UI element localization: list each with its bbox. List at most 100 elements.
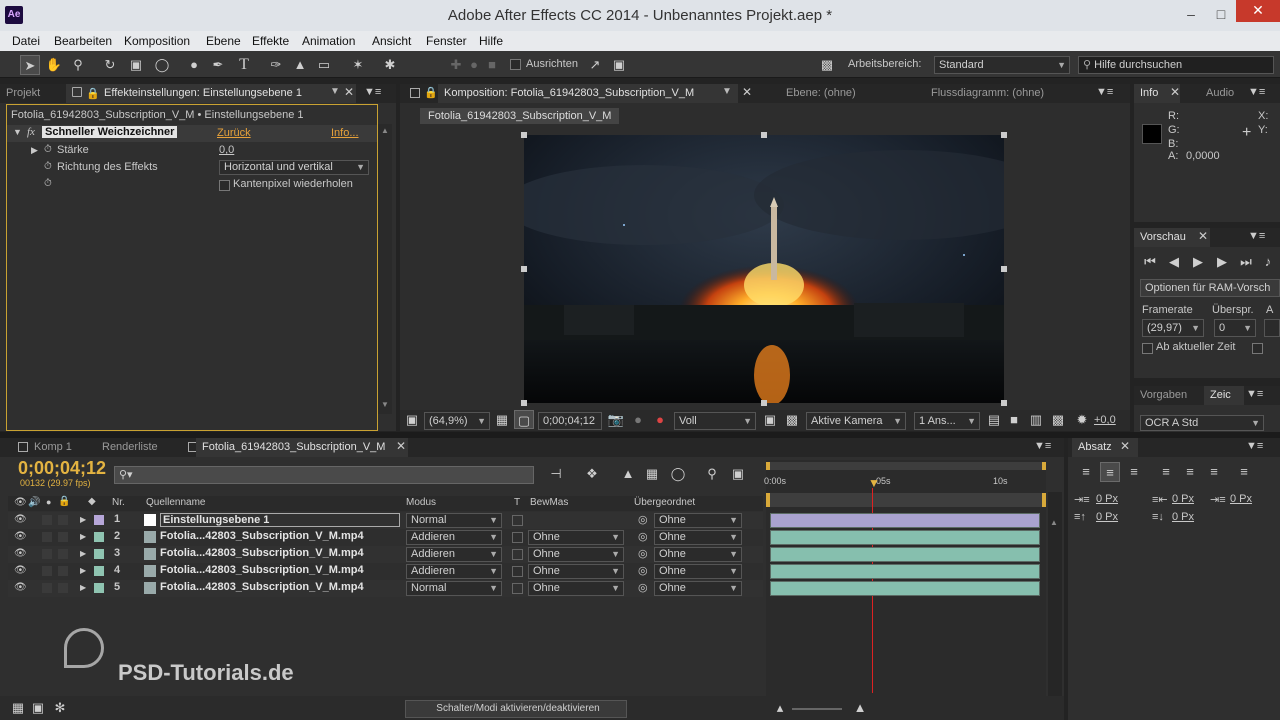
pen-tool-icon[interactable]: ✒ <box>208 55 228 75</box>
work-area-start[interactable] <box>766 493 770 507</box>
lock-switch[interactable] <box>58 566 68 576</box>
camera-tool-icon[interactable]: ▣ <box>126 55 146 75</box>
column-nr[interactable]: Nr. <box>112 497 125 508</box>
close-tab-icon[interactable]: ✕ <box>1198 229 1208 243</box>
column-parent[interactable]: Übergeordnet <box>634 497 695 508</box>
layer-duration-bar[interactable] <box>770 530 1040 545</box>
menu-effects[interactable]: Effekte <box>252 34 289 48</box>
toggle-switches-modes-button[interactable]: Schalter/Modi aktivieren/deaktivieren <box>405 700 627 718</box>
panel-menu-icon[interactable]: ▼≡ <box>1096 86 1113 98</box>
layer-row[interactable]: 👁 ▶ 4 Fotolia...42803_Subscription_V_M.mp4 A… <box>8 563 763 580</box>
playhead-icon[interactable]: ▼ <box>868 476 880 490</box>
menu-layer[interactable]: Ebene <box>206 34 241 48</box>
pick-whip-icon[interactable]: ◎ <box>638 547 648 560</box>
roto-brush-tool-icon[interactable]: ✶ <box>348 55 368 75</box>
scroll-up-icon[interactable]: ▲ <box>1050 518 1058 527</box>
in-out-icon[interactable]: ✻ <box>50 698 70 718</box>
fx-icon[interactable]: fx <box>27 126 35 138</box>
pick-whip-icon[interactable]: ◎ <box>638 530 648 543</box>
tab-character[interactable]: Zeic <box>1204 386 1244 405</box>
axis-local-icon[interactable]: ✚ <box>446 55 466 75</box>
disclosure-triangle-icon[interactable]: ▼ <box>13 127 22 137</box>
font-family-select[interactable]: OCR A Std ▼ <box>1140 415 1264 431</box>
space-before-value[interactable]: 0 Px <box>1096 511 1118 523</box>
always-preview-icon[interactable]: ▣ <box>402 410 422 430</box>
snapshot-icon[interactable]: 📷 <box>606 410 626 430</box>
column-t[interactable]: T <box>514 497 520 508</box>
expand-triangle-icon[interactable]: ▶ <box>80 583 86 592</box>
reset-link[interactable]: Zurück <box>217 127 251 139</box>
track-matte-select[interactable]: Ohne ▼ <box>528 564 624 579</box>
layer-row[interactable]: 👁 ▶ 1 Einstellungsebene 1 Normal ▼ ◎ Ohne ▼ <box>8 512 763 529</box>
about-link[interactable]: Info... <box>331 127 359 139</box>
frame-blending-icon[interactable]: ▦ <box>642 464 662 484</box>
navigator-end-handle[interactable] <box>1042 462 1046 470</box>
skip-select[interactable]: 0 ▼ <box>1214 319 1256 337</box>
toggle-pixel-aspect-icon[interactable]: ▤ <box>984 410 1004 430</box>
eye-icon[interactable]: 👁 <box>14 565 27 576</box>
pan-behind-tool-icon[interactable]: ◯ <box>152 55 172 75</box>
tab-project[interactable]: Projekt <box>0 84 48 103</box>
zoom-slider[interactable] <box>792 708 842 710</box>
panel-menu-icon[interactable]: ▼≡ <box>1034 440 1051 452</box>
layer-duration-bar[interactable] <box>770 564 1040 579</box>
menu-view[interactable]: Ansicht <box>372 34 411 48</box>
clone-stamp-tool-icon[interactable]: ▲ <box>290 55 310 75</box>
navigator-start-handle[interactable] <box>766 462 770 470</box>
indent-left-value[interactable]: 0 Px <box>1096 493 1118 505</box>
time-graph[interactable]: 0:00s 05s 10s ▼ <box>764 460 1046 720</box>
layer-label-color[interactable] <box>94 549 104 559</box>
preserve-transparency-checkbox[interactable] <box>512 532 523 543</box>
exposure-reset-icon[interactable]: ✹ <box>1072 410 1092 430</box>
brush-tool-icon[interactable]: ✑ <box>266 55 286 75</box>
pick-whip-icon[interactable]: ◎ <box>638 581 648 594</box>
zoom-out-icon[interactable]: ▴ <box>770 698 790 718</box>
motion-blur-icon[interactable]: ◯ <box>668 464 688 484</box>
column-source-name[interactable]: Quellenname <box>146 497 205 508</box>
effect-name[interactable]: Schneller Weichzeichner <box>42 126 178 138</box>
solo-switch[interactable] <box>42 566 52 576</box>
resolution-preview-select[interactable] <box>1264 319 1280 337</box>
layer-duration-bar[interactable] <box>770 547 1040 562</box>
transform-handle[interactable] <box>1001 132 1007 138</box>
snap-bounds-icon[interactable]: ▣ <box>609 55 629 75</box>
magnification-select[interactable]: (64,9%) ▼ <box>424 412 490 430</box>
timeline-scrollbar[interactable]: ▲ ▼ <box>1048 492 1062 720</box>
text-tool-icon[interactable]: T <box>234 55 254 75</box>
panel-menu-icon[interactable]: ▼≡ <box>1248 86 1265 98</box>
current-time-field[interactable]: 0;00;04;12 <box>538 412 602 430</box>
exposure-value[interactable]: +0,0 <box>1094 414 1116 426</box>
effect-header-row[interactable]: ▼ fx Schneller Weichzeichner Zurück Info… <box>7 125 377 142</box>
align-right-icon[interactable]: ≡ <box>1124 462 1144 482</box>
layer-row[interactable]: 👁 ▶ 2 Fotolia...42803_Subscription_V_M.mp4 A… <box>8 529 763 546</box>
stopwatch-icon[interactable]: ⏱ <box>44 178 52 189</box>
comp-mini-flowchart-icon[interactable]: ⊣ <box>546 464 566 484</box>
eye-icon[interactable]: 👁 <box>14 531 27 542</box>
fullscreen-checkbox[interactable] <box>1252 343 1263 354</box>
tab-flowchart[interactable]: Flussdiagramm: (ohne) <box>925 84 1085 103</box>
tab-render-queue[interactable]: Renderliste <box>96 438 176 457</box>
axis-view-icon[interactable]: ■ <box>482 55 502 75</box>
direction-select[interactable]: Horizontal und vertikal ▼ <box>219 160 369 175</box>
tab-composition[interactable]: Komposition: Fotolia_61942803_Subscripti… <box>438 84 738 103</box>
channel-icon[interactable]: ● <box>650 410 670 430</box>
workspace-icon[interactable]: ▩ <box>815 55 839 75</box>
transform-handle[interactable] <box>1001 266 1007 272</box>
transfer-controls-icon[interactable]: ▣ <box>28 698 48 718</box>
column-mode[interactable]: Modus <box>406 497 436 508</box>
menu-help[interactable]: Hilfe <box>479 34 503 48</box>
close-tab-icon[interactable]: ✕ <box>1120 439 1130 453</box>
layer-name[interactable]: Einstellungsebene 1 <box>160 513 400 527</box>
layer-label-color[interactable] <box>94 532 104 542</box>
tab-effect-controls[interactable]: Effekteinstellungen: Einstellungsebene 1 <box>66 84 356 103</box>
solo-switch[interactable] <box>42 515 52 525</box>
parent-select[interactable]: Ohne ▼ <box>654 547 742 562</box>
parent-select[interactable]: Ohne ▼ <box>654 530 742 545</box>
expand-triangle-icon[interactable]: ▶ <box>31 145 38 156</box>
layer-name[interactable]: Fotolia...42803_Subscription_V_M.mp4 <box>160 547 364 559</box>
align-center-icon[interactable]: ≡ <box>1100 462 1120 482</box>
close-tab-icon[interactable]: ✕ <box>344 85 354 99</box>
parent-select[interactable]: Ohne ▼ <box>654 564 742 579</box>
camera-select[interactable]: Aktive Kamera ▼ <box>806 412 906 430</box>
tab-dropdown-icon[interactable]: ▼ <box>722 86 732 97</box>
